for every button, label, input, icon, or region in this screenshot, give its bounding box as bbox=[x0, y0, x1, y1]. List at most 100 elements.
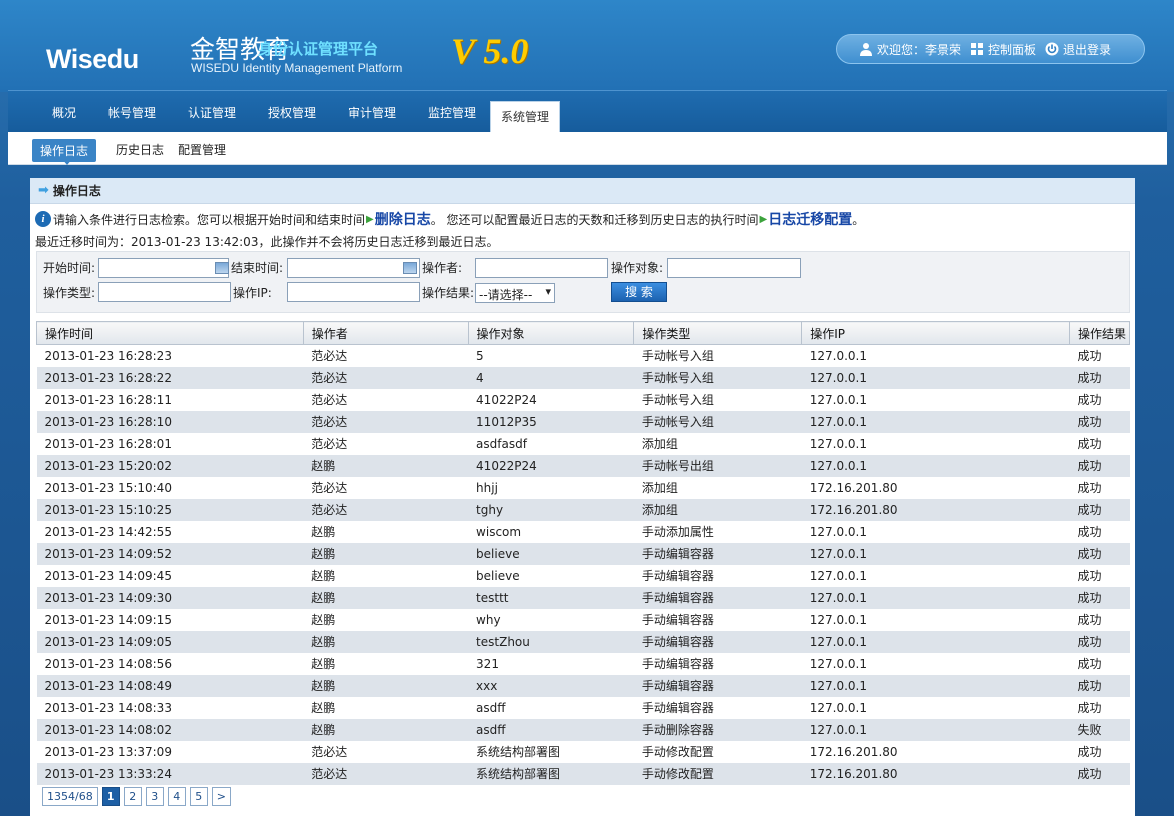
control-panel-link[interactable]: 控制面板 bbox=[970, 41, 1036, 58]
table-row[interactable]: 2013-01-23 14:08:02 赵鹏 asdff 手动删除容器 127.0.0.… bbox=[36, 718, 1130, 741]
table-row[interactable]: 2013-01-23 14:09:05 赵鹏 testZhou 手动编辑容器 127.0… bbox=[36, 630, 1130, 653]
cell-type: 手动帐号入组 bbox=[633, 366, 802, 389]
cell-result: 失败 bbox=[1069, 718, 1130, 741]
power-icon bbox=[1045, 42, 1059, 56]
main-nav: 概况 帐号管理 认证管理 授权管理 审计管理 监控管理 系统管理 bbox=[8, 90, 1167, 134]
subtab-config[interactable]: 配置管理 bbox=[178, 141, 226, 158]
grid-icon bbox=[971, 43, 984, 55]
subtab-operation-log[interactable]: 操作日志 bbox=[32, 139, 97, 165]
cell-ip: 127.0.0.1 bbox=[801, 344, 1070, 367]
page-4-button[interactable]: 4 bbox=[167, 787, 186, 806]
cell-type: 手动编辑容器 bbox=[633, 696, 802, 719]
cell-operator: 赵鹏 bbox=[303, 718, 469, 741]
cell-result: 成功 bbox=[1069, 762, 1130, 785]
cell-ip: 172.16.201.80 bbox=[801, 762, 1070, 785]
cell-result: 成功 bbox=[1069, 476, 1130, 499]
type-label: 操作类型: bbox=[43, 286, 96, 300]
subtab-history-log[interactable]: 历史日志 bbox=[116, 141, 164, 158]
cell-target: testtt bbox=[468, 586, 634, 609]
table-row[interactable]: 2013-01-23 14:08:33 赵鹏 asdff 手动编辑容器 127.0.0.… bbox=[36, 696, 1130, 719]
tab-overview[interactable]: 概况 bbox=[52, 104, 76, 121]
cell-target: asdff bbox=[468, 696, 634, 719]
tab-account[interactable]: 帐号管理 bbox=[108, 104, 156, 121]
end-time-input[interactable] bbox=[287, 258, 420, 278]
table-row[interactable]: 2013-01-23 14:09:45 赵鹏 believe 手动编辑容器 127.0.… bbox=[36, 564, 1130, 587]
last-migrate-note: 最近迁移时间为：2013-01-23 13:42:03，此操作并不会将历史日志迁… bbox=[35, 235, 499, 249]
type-input[interactable] bbox=[98, 282, 231, 302]
col-ip[interactable]: 操作IP bbox=[801, 321, 1071, 345]
table-row[interactable]: 2013-01-23 16:28:10 范必达 11012P35 手动帐号入组 127.… bbox=[36, 410, 1130, 433]
delete-log-link[interactable]: 删除日志 bbox=[375, 209, 431, 229]
tab-system[interactable]: 系统管理 bbox=[490, 101, 561, 134]
table-row[interactable]: 2013-01-23 13:33:24 范必达 系统结构部署图 手动修改配置 172.1… bbox=[36, 762, 1130, 785]
operator-input[interactable] bbox=[475, 258, 608, 278]
cell-operator: 范必达 bbox=[303, 388, 469, 411]
table-row[interactable]: 2013-01-23 13:37:09 范必达 系统结构部署图 手动修改配置 172.1… bbox=[36, 740, 1130, 763]
table-row[interactable]: 2013-01-23 14:42:55 赵鹏 wiscom 手动添加属性 127.0.0… bbox=[36, 520, 1130, 543]
cell-operator: 范必达 bbox=[303, 432, 469, 455]
table-row[interactable]: 2013-01-23 16:28:23 范必达 5 手动帐号入组 127.0.0.1 成功 bbox=[36, 344, 1130, 367]
search-button[interactable]: 搜 索 bbox=[611, 282, 667, 302]
cell-ip: 127.0.0.1 bbox=[801, 696, 1070, 719]
table-row[interactable]: 2013-01-23 16:28:01 范必达 asdfasdf 添加组 127.0.0… bbox=[36, 432, 1130, 455]
ip-input[interactable] bbox=[287, 282, 420, 302]
next-page-button[interactable]: > bbox=[211, 787, 231, 806]
table-row[interactable]: 2013-01-23 14:09:30 赵鹏 testtt 手动编辑容器 127.0.0… bbox=[36, 586, 1130, 609]
table-row[interactable]: 2013-01-23 16:28:11 范必达 41022P24 手动帐号入组 127.… bbox=[36, 388, 1130, 411]
cell-result: 成功 bbox=[1069, 432, 1130, 455]
cell-ip: 127.0.0.1 bbox=[801, 564, 1070, 587]
table-row[interactable]: 2013-01-23 14:09:15 赵鹏 why 手动编辑容器 127.0.0.1 成… bbox=[36, 608, 1130, 631]
table-row[interactable]: 2013-01-23 16:28:22 范必达 4 手动帐号入组 127.0.0.1 成功 bbox=[36, 366, 1130, 389]
page-3-button[interactable]: 3 bbox=[145, 787, 164, 806]
cell-operator: 范必达 bbox=[303, 498, 469, 521]
cell-result: 成功 bbox=[1069, 366, 1130, 389]
cell-time: 2013-01-23 14:42:55 bbox=[36, 520, 304, 543]
cell-ip: 127.0.0.1 bbox=[801, 586, 1070, 609]
tab-monitor[interactable]: 监控管理 bbox=[428, 104, 476, 121]
cell-operator: 赵鹏 bbox=[303, 564, 469, 587]
cell-target: asdff bbox=[468, 718, 634, 741]
page-5-button[interactable]: 5 bbox=[189, 787, 208, 806]
page-2-button[interactable]: 2 bbox=[123, 787, 142, 806]
welcome-user: 欢迎您：李景荣 bbox=[859, 41, 961, 58]
table-row[interactable]: 2013-01-23 14:09:52 赵鹏 believe 手动编辑容器 127.0.… bbox=[36, 542, 1130, 565]
cell-result: 成功 bbox=[1069, 388, 1130, 411]
table-row[interactable]: 2013-01-23 14:08:56 赵鹏 321 手动编辑容器 127.0.0.1 成… bbox=[36, 652, 1130, 675]
col-time[interactable]: 操作时间 bbox=[36, 321, 304, 345]
cell-target: 321 bbox=[468, 652, 634, 675]
cell-type: 手动修改配置 bbox=[633, 762, 802, 785]
wisedu-logo: Wisedu bbox=[46, 44, 139, 74]
info-icon: i bbox=[35, 211, 51, 227]
page-summary: 1354/68 bbox=[42, 787, 98, 806]
cell-type: 手动删除容器 bbox=[633, 718, 802, 741]
col-result[interactable]: 操作结果 bbox=[1069, 321, 1130, 345]
tab-audit[interactable]: 审计管理 bbox=[348, 104, 396, 121]
cell-time: 2013-01-23 16:28:10 bbox=[36, 410, 304, 433]
target-input[interactable] bbox=[667, 258, 801, 278]
migrate-config-link[interactable]: 日志迁移配置 bbox=[768, 209, 852, 229]
cell-type: 手动编辑容器 bbox=[633, 608, 802, 631]
col-target[interactable]: 操作对象 bbox=[467, 321, 635, 345]
cell-result: 成功 bbox=[1069, 652, 1130, 675]
cell-operator: 赵鹏 bbox=[303, 454, 469, 477]
start-time-input[interactable] bbox=[98, 258, 229, 278]
tab-auth[interactable]: 认证管理 bbox=[188, 104, 236, 121]
cell-time: 2013-01-23 14:09:30 bbox=[36, 586, 304, 609]
page-1-button[interactable]: 1 bbox=[101, 787, 120, 806]
logout-link[interactable]: 退出登录 bbox=[1045, 41, 1111, 58]
table-row[interactable]: 2013-01-23 15:10:40 范必达 hhjj 添加组 172.16.201.… bbox=[36, 476, 1130, 499]
table-row[interactable]: 2013-01-23 14:08:49 赵鹏 xxx 手动编辑容器 127.0.0.1 成… bbox=[36, 674, 1130, 697]
calendar-icon[interactable] bbox=[215, 262, 229, 274]
cell-result: 成功 bbox=[1069, 498, 1130, 521]
col-operator[interactable]: 操作者 bbox=[302, 321, 469, 345]
result-select[interactable]: --请选择-- bbox=[475, 283, 555, 303]
cell-type: 添加组 bbox=[633, 432, 802, 455]
cell-operator: 范必达 bbox=[303, 410, 469, 433]
table-row[interactable]: 2013-01-23 15:20:02 赵鹏 41022P24 手动帐号出组 127.0… bbox=[36, 454, 1130, 477]
col-type[interactable]: 操作类型 bbox=[633, 321, 803, 345]
tab-authorization[interactable]: 授权管理 bbox=[268, 104, 316, 121]
cell-time: 2013-01-23 15:10:40 bbox=[36, 476, 304, 499]
table-row[interactable]: 2013-01-23 15:10:25 范必达 tghy 添加组 172.16.201.… bbox=[36, 498, 1130, 521]
cell-type: 手动编辑容器 bbox=[633, 652, 802, 675]
calendar-icon[interactable] bbox=[403, 262, 417, 274]
